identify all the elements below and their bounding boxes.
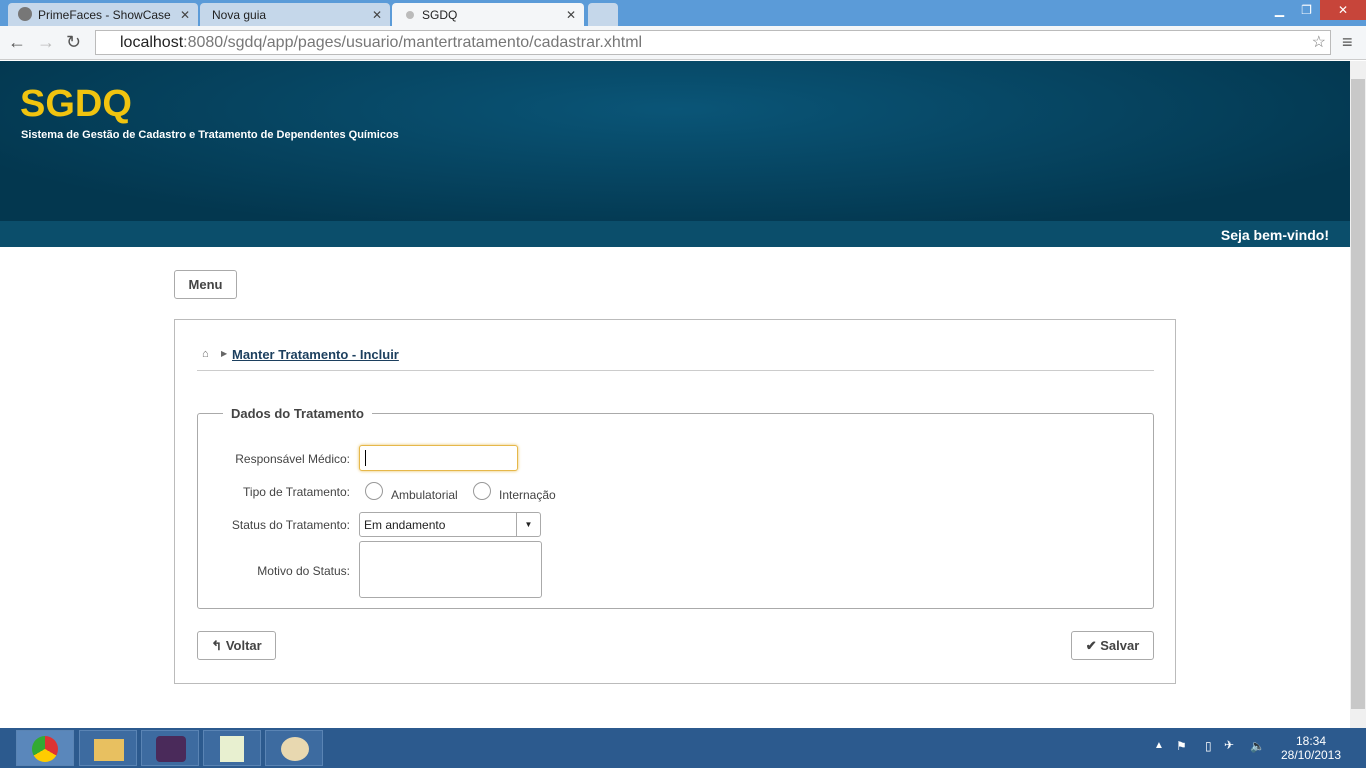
tab-label: PrimeFaces - ShowCase (38, 8, 171, 22)
paint-icon (281, 737, 309, 761)
tab-sgdq[interactable]: SGDQ ✕ (392, 3, 584, 26)
fieldset-legend: Dados do Tratamento (231, 406, 364, 421)
back-icon[interactable]: ← (8, 32, 26, 53)
welcome-bar: Seja bem-vindo! (0, 221, 1350, 247)
voltar-button[interactable]: ↰ Voltar (197, 631, 276, 660)
clock-date: 28/10/2013 (1280, 748, 1342, 762)
taskbar-explorer[interactable] (79, 730, 137, 766)
battery-icon[interactable]: ▯ (1205, 739, 1212, 753)
clock[interactable]: 18:34 28/10/2013 (1280, 734, 1342, 762)
breadcrumb-link[interactable]: Manter Tratamento - Incluir (232, 347, 399, 362)
folder-icon (94, 739, 124, 761)
motivo-textarea[interactable] (359, 541, 542, 598)
close-tab-icon[interactable]: ✕ (180, 8, 190, 22)
tray-expand-icon[interactable]: ▲ (1154, 740, 1164, 751)
salvar-button[interactable]: ✔ Salvar (1071, 631, 1154, 660)
close-tab-icon[interactable]: ✕ (566, 8, 576, 22)
app-subtitle: Sistema de Gestão de Cadastro e Tratamen… (21, 129, 399, 141)
new-tab-button[interactable] (588, 3, 618, 26)
favicon-icon (18, 7, 32, 21)
windows-taskbar: ▲ ⚑ ▯ ✈ 🔈 18:34 28/10/2013 (0, 728, 1366, 768)
flag-icon[interactable]: ⚑ (1176, 739, 1187, 753)
status-select[interactable]: Em andamento ▼ (359, 512, 541, 537)
text-cursor (365, 450, 366, 466)
close-tab-icon[interactable]: ✕ (372, 8, 382, 22)
check-icon: ✔ (1085, 638, 1101, 653)
chrome-icon (32, 736, 58, 762)
responsavel-medico-input[interactable] (359, 445, 518, 471)
taskbar-paint[interactable] (265, 730, 323, 766)
window-close-icon[interactable]: ✕ (1320, 0, 1366, 20)
browser-toolbar: ← → ↻ localhost:8080/sgdq/app/pages/usua… (0, 26, 1366, 60)
undo-icon: ↰ (211, 638, 226, 653)
status-value: Em andamento (364, 518, 446, 532)
radio-label-ambulatorial: Ambulatorial (391, 488, 458, 502)
volume-icon[interactable]: 🔈 (1250, 739, 1265, 753)
scrollbar-thumb[interactable] (1351, 79, 1365, 709)
clock-time: 18:34 (1295, 734, 1327, 748)
bookmark-star-icon[interactable]: ☆ (1312, 32, 1326, 52)
url-host: localhost (120, 34, 184, 51)
eclipse-icon (156, 736, 186, 762)
favicon-icon (406, 11, 414, 19)
taskbar-chrome[interactable] (16, 730, 74, 766)
url-path: :8080/sgdq/app/pages/usuario/mantertrata… (183, 34, 643, 51)
scrollbar[interactable] (1350, 61, 1366, 728)
chevron-right-icon: ▶ (221, 349, 228, 358)
tab-primefaces[interactable]: PrimeFaces - ShowCase ✕ (8, 3, 198, 26)
tab-label: SGDQ (422, 8, 458, 22)
radio-label-internacao: Internação (499, 488, 556, 502)
forward-icon[interactable]: → (37, 32, 55, 53)
minimize-icon[interactable]: ▁ (1266, 0, 1293, 20)
home-icon[interactable]: ⌂ (202, 348, 209, 360)
address-bar[interactable]: localhost:8080/sgdq/app/pages/usuario/ma… (95, 30, 1331, 55)
taskbar-notepadpp[interactable] (203, 730, 261, 766)
chrome-menu-icon[interactable]: ≡ (1342, 32, 1353, 53)
salvar-label: Salvar (1100, 638, 1140, 653)
breadcrumb: ⌂ ▶ Manter Tratamento - Incluir (197, 347, 1154, 371)
chevron-down-icon[interactable]: ▼ (516, 513, 540, 536)
reload-icon[interactable]: ↻ (66, 32, 81, 53)
taskbar-java-ee-ide[interactable] (141, 730, 199, 766)
app-header: SGDQ Sistema de Gestão de Cadastro e Tra… (0, 61, 1350, 221)
content-panel: ⌂ ▶ Manter Tratamento - Incluir Dados do… (174, 319, 1176, 684)
menu-button[interactable]: Menu (174, 270, 237, 299)
dados-tratamento-fieldset: Dados do Tratamento Responsável Médico: … (197, 406, 1154, 609)
responsavel-label: Responsável Médico: (235, 452, 350, 466)
radio-internacao[interactable] (473, 482, 491, 500)
tipo-label: Tipo de Tratamento: (243, 485, 350, 499)
airplane-icon[interactable]: ✈ (1224, 738, 1234, 752)
app-logo: SGDQ (20, 83, 132, 125)
motivo-label: Motivo do Status: (257, 564, 350, 578)
tab-nova-guia[interactable]: Nova guia ✕ (200, 3, 390, 26)
radio-ambulatorial[interactable] (365, 482, 383, 500)
voltar-label: Voltar (225, 638, 262, 653)
tab-label: Nova guia (212, 8, 267, 22)
notepad-icon (220, 736, 244, 762)
restore-icon[interactable]: ❐ (1293, 0, 1320, 20)
browser-tabbar: PrimeFaces - ShowCase ✕ Nova guia ✕ SGDQ ✕ … (0, 0, 1366, 26)
status-label: Status do Tratamento: (231, 518, 350, 532)
